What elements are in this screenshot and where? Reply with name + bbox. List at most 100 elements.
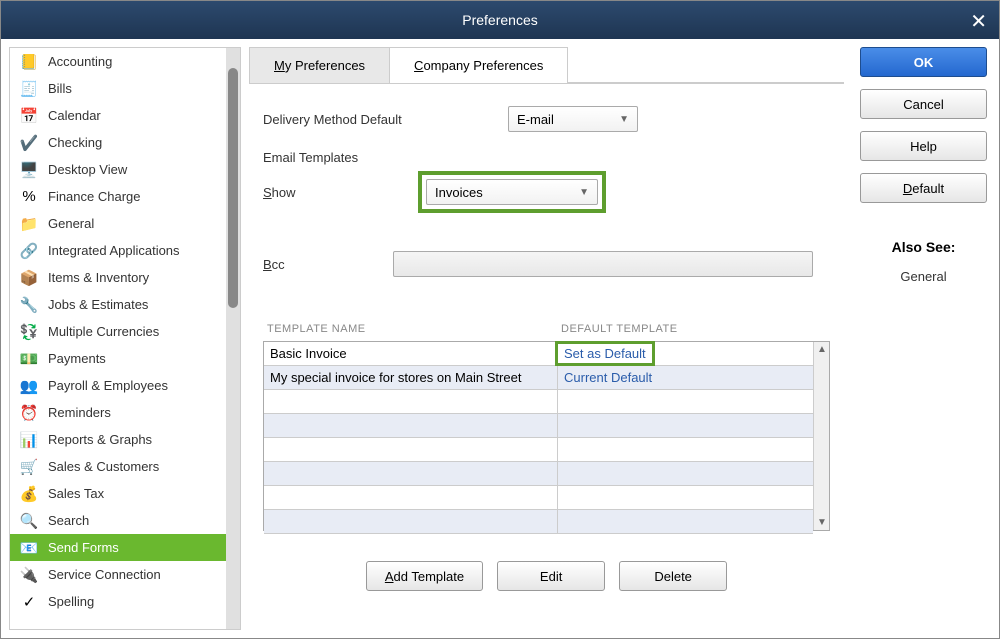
sidebar-item-checking[interactable]: ✔️Checking xyxy=(10,129,226,156)
sidebar-item-label: Items & Inventory xyxy=(48,270,149,285)
default-template-cell[interactable]: Current Default xyxy=(558,370,813,385)
table-row xyxy=(264,438,813,462)
sidebar-item-label: Desktop View xyxy=(48,162,127,177)
sidebar-scrollbar[interactable] xyxy=(226,48,240,629)
default-button[interactable]: Default xyxy=(860,173,987,203)
sidebar-icon: 👥 xyxy=(20,377,38,395)
delivery-method-label: Delivery Method Default xyxy=(263,112,418,127)
sidebar-icon: 📅 xyxy=(20,107,38,125)
sidebar-icon: 🧾 xyxy=(20,80,38,98)
scroll-thumb[interactable] xyxy=(228,68,238,308)
bcc-input[interactable] xyxy=(393,251,813,277)
show-dropdown[interactable]: Invoices ▼ xyxy=(426,179,598,205)
table-rows: Basic InvoiceSet as DefaultMy special in… xyxy=(264,342,813,530)
sidebar-icon: 📧 xyxy=(20,539,38,557)
table-row xyxy=(264,510,813,534)
cancel-button[interactable]: Cancel xyxy=(860,89,987,119)
table-row xyxy=(264,414,813,438)
sidebar-item-sales-customers[interactable]: 🛒Sales & Customers xyxy=(10,453,226,480)
sidebar-item-search[interactable]: 🔍Search xyxy=(10,507,226,534)
table-row xyxy=(264,390,813,414)
sidebar-item-service-connection[interactable]: 🔌 Service Connection xyxy=(10,561,226,588)
sidebar-item-items-inventory[interactable]: 📦 Items & Inventory xyxy=(10,264,226,291)
sidebar-item-accounting[interactable]: 📒Accounting xyxy=(10,48,226,75)
template-name-cell xyxy=(264,414,558,437)
sidebar-icon: 🔌 xyxy=(20,566,38,584)
sidebar-icon: ⏰ xyxy=(20,404,38,422)
sidebar: 📒Accounting 🧾 Bills 📅Calendar✔️Checking🖥️De… xyxy=(10,48,226,629)
tab-company-preferences[interactable]: Company Preferences xyxy=(389,47,568,83)
sidebar-item-label: Bills xyxy=(48,81,72,96)
sidebar-item-jobs-estimates[interactable]: 🔧 Jobs & Estimates xyxy=(10,291,226,318)
table-row xyxy=(264,486,813,510)
sidebar-item-label: Service Connection xyxy=(48,567,161,582)
sidebar-item-integrated-applications[interactable]: 🔗 Integrated Applications xyxy=(10,237,226,264)
sidebar-icon: 🔗 xyxy=(20,242,38,260)
sidebar-item-label: Send Forms xyxy=(48,540,119,555)
scroll-up-icon[interactable]: ▲ xyxy=(817,344,827,355)
sidebar-item-label: Integrated Applications xyxy=(48,243,180,258)
sidebar-item-spelling[interactable]: ✓Spelling xyxy=(10,588,226,615)
set-as-default-highlight[interactable]: Set as Default xyxy=(555,341,655,366)
also-see-title: Also See: xyxy=(860,239,987,255)
sidebar-item-label: Sales & Customers xyxy=(48,459,159,474)
table-row[interactable]: Basic InvoiceSet as Default xyxy=(264,342,813,366)
sidebar-item-send-forms[interactable]: 📧 Send Forms xyxy=(10,534,226,561)
sidebar-item-multiple-currencies[interactable]: 💱 Multiple Currencies xyxy=(10,318,226,345)
sidebar-item-reports-graphs[interactable]: 📊Reports & Graphs xyxy=(10,426,226,453)
bcc-label: Bcc xyxy=(263,257,393,272)
row-show: Show Invoices ▼ xyxy=(263,171,830,213)
sidebar-item-finance-charge[interactable]: %Finance Charge xyxy=(10,183,226,210)
sidebar-item-label: Multiple Currencies xyxy=(48,324,159,339)
email-templates-label: Email Templates xyxy=(263,150,418,165)
also-see: Also See: General xyxy=(860,239,987,284)
sidebar-icon: 🔍 xyxy=(20,512,38,530)
table-body: Basic InvoiceSet as DefaultMy special in… xyxy=(263,341,830,531)
also-see-item[interactable]: General xyxy=(860,269,987,284)
center-pane: My Preferences Company Preferences Deliv… xyxy=(249,47,844,630)
template-name-cell xyxy=(264,510,558,533)
delivery-method-dropdown[interactable]: E-mail ▼ xyxy=(508,106,638,132)
preferences-content: Delivery Method Default E-mail ▼ Email T… xyxy=(249,84,844,630)
table-row xyxy=(264,462,813,486)
window-body: 📒Accounting 🧾 Bills 📅Calendar✔️Checking🖥️De… xyxy=(1,39,999,638)
show-value: Invoices xyxy=(435,185,483,200)
sidebar-icon: 🔧 xyxy=(20,296,38,314)
template-buttons: Add Template Edit Delete xyxy=(263,561,830,591)
sidebar-icon: 📦 xyxy=(20,269,38,287)
ok-button[interactable]: OK xyxy=(860,47,987,77)
sidebar-item-label: Accounting xyxy=(48,54,112,69)
tab-my-preferences[interactable]: My Preferences xyxy=(249,47,390,83)
sidebar-item-general[interactable]: 📁General xyxy=(10,210,226,237)
sidebar-item-bills[interactable]: 🧾 Bills xyxy=(10,75,226,102)
scroll-down-icon[interactable]: ▼ xyxy=(817,517,827,528)
sidebar-item-label: Payments xyxy=(48,351,106,366)
row-bcc: Bcc xyxy=(263,251,830,277)
table-scrollbar[interactable]: ▲ ▼ xyxy=(813,342,829,530)
close-icon[interactable]: ✕ xyxy=(970,9,987,34)
sidebar-item-label: Sales Tax xyxy=(48,486,104,501)
chevron-down-icon: ▼ xyxy=(619,114,629,125)
sidebar-container: 📒Accounting 🧾 Bills 📅Calendar✔️Checking🖥️De… xyxy=(9,47,241,630)
table-header: TEMPLATE NAME DEFAULT TEMPLATE xyxy=(263,323,830,341)
sidebar-item-payroll-employees[interactable]: 👥Payroll & Employees xyxy=(10,372,226,399)
sidebar-item-calendar[interactable]: 📅Calendar xyxy=(10,102,226,129)
delivery-method-value: E-mail xyxy=(517,112,554,127)
sidebar-item-label: Spelling xyxy=(48,594,94,609)
table-row[interactable]: My special invoice for stores on Main St… xyxy=(264,366,813,390)
sidebar-item-desktop-view[interactable]: 🖥️Desktop View xyxy=(10,156,226,183)
sidebar-icon: % xyxy=(20,188,38,206)
sidebar-icon: 💱 xyxy=(20,323,38,341)
sidebar-item-label: Jobs & Estimates xyxy=(48,297,148,312)
add-template-button[interactable]: Add Template xyxy=(366,561,483,591)
sidebar-item-payments[interactable]: 💵Payments xyxy=(10,345,226,372)
delete-button[interactable]: Delete xyxy=(619,561,727,591)
sidebar-item-sales-tax[interactable]: 💰Sales Tax xyxy=(10,480,226,507)
row-email-templates: Email Templates xyxy=(263,150,830,165)
sidebar-item-reminders[interactable]: ⏰Reminders xyxy=(10,399,226,426)
chevron-down-icon: ▼ xyxy=(579,187,589,198)
default-template-cell[interactable]: Set as Default xyxy=(558,344,813,363)
template-name-cell: Basic Invoice xyxy=(264,342,558,365)
help-button[interactable]: Help xyxy=(860,131,987,161)
edit-button[interactable]: Edit xyxy=(497,561,605,591)
